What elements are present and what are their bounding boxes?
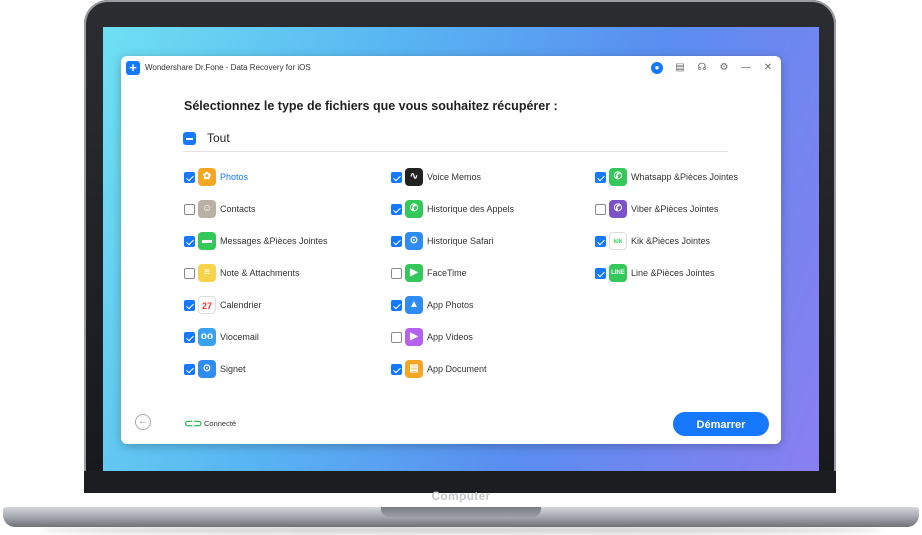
- file-type-option[interactable]: 27 Calendrier: [184, 296, 374, 316]
- file-type-checkbox[interactable]: [391, 332, 402, 343]
- file-type-label: Calendrier: [220, 300, 262, 310]
- photos-icon: ✿: [198, 168, 216, 186]
- account-icon[interactable]: ●: [651, 62, 663, 74]
- bookmark-icon: ⊙: [198, 360, 216, 378]
- file-type-option[interactable]: LINE Line &Pièces Jointes: [595, 264, 785, 284]
- file-type-checkbox[interactable]: [184, 172, 195, 183]
- file-type-label: Line &Pièces Jointes: [631, 268, 715, 278]
- file-type-checkbox[interactable]: [184, 364, 195, 375]
- whatsapp-icon: ✆: [609, 168, 627, 186]
- support-headset-icon[interactable]: ☊: [696, 62, 708, 74]
- app-window: + Wondershare Dr.Fone - Data Recovery fo…: [121, 56, 781, 444]
- file-type-checkbox[interactable]: [391, 300, 402, 311]
- file-type-label: FaceTime: [427, 268, 467, 278]
- viber-icon: ✆: [609, 200, 627, 218]
- laptop-shadow: [40, 526, 882, 534]
- safari-icon: ⊙: [405, 232, 423, 250]
- file-type-label: Contacts: [220, 204, 256, 214]
- file-type-label: Voice Memos: [427, 172, 482, 182]
- calendar-icon: 27: [198, 296, 216, 314]
- file-type-option[interactable]: ≡ Note & Attachments: [184, 264, 374, 284]
- file-type-option[interactable]: ✆ Historique des Appels: [391, 200, 581, 220]
- file-type-option[interactable]: ✆ Viber &Pièces Jointes: [595, 200, 785, 220]
- file-type-option[interactable]: oo Viocemail: [184, 328, 374, 348]
- file-type-checkbox[interactable]: [595, 204, 606, 215]
- file-type-checkbox[interactable]: [184, 204, 195, 215]
- file-type-option[interactable]: ▶ App Videos: [391, 328, 581, 348]
- file-type-label: Whatsapp &Pièces Jointes: [631, 172, 739, 182]
- file-type-label: Messages &Pièces Jointes: [220, 236, 328, 246]
- title-bar: + Wondershare Dr.Fone - Data Recovery fo…: [121, 56, 781, 80]
- connection-status: Connecté: [204, 419, 237, 428]
- page-heading: Sélectionnez le type de fichiers que vou…: [184, 99, 558, 113]
- file-type-checkbox[interactable]: [391, 364, 402, 375]
- file-type-label: Signet: [220, 364, 246, 374]
- link-icon: ⊂⊃: [184, 418, 203, 430]
- feedback-icon[interactable]: ▤: [674, 62, 686, 74]
- phone-icon: ✆: [405, 200, 423, 218]
- laptop-notch: [381, 507, 541, 517]
- file-type-checkbox[interactable]: [595, 236, 606, 247]
- file-type-label: Viocemail: [220, 332, 259, 342]
- app-photos-icon: ▲: [405, 296, 423, 314]
- facetime-icon: ▶: [405, 264, 423, 282]
- contacts-icon: ☺: [198, 200, 216, 218]
- drfone-logo-icon: +: [126, 61, 140, 75]
- file-type-checkbox[interactable]: [184, 268, 195, 279]
- notes-icon: ≡: [198, 264, 216, 282]
- file-type-option[interactable]: ▲ App Photos: [391, 296, 581, 316]
- file-type-checkbox[interactable]: [595, 268, 606, 279]
- file-type-option[interactable]: ⊙ Signet: [184, 360, 374, 380]
- app-document-icon: ▤: [405, 360, 423, 378]
- file-type-label: Note & Attachments: [220, 268, 300, 278]
- file-type-label: App Photos: [427, 300, 474, 310]
- voicemail-icon: oo: [198, 328, 216, 346]
- file-type-checkbox[interactable]: [391, 204, 402, 215]
- file-type-option[interactable]: ☺ Contacts: [184, 200, 374, 220]
- window-title: Wondershare Dr.Fone - Data Recovery for …: [145, 63, 311, 72]
- divider: [183, 151, 728, 152]
- laptop-brand-label: Computer: [431, 489, 491, 503]
- file-type-label: Photos: [220, 172, 249, 182]
- line-icon: LINE: [609, 264, 627, 282]
- file-type-checkbox[interactable]: [184, 300, 195, 311]
- file-type-option[interactable]: ✿ Photos: [184, 168, 374, 188]
- minimize-icon[interactable]: —: [740, 62, 752, 74]
- settings-gear-icon[interactable]: ⚙: [718, 62, 730, 74]
- back-button[interactable]: ←: [135, 414, 151, 430]
- file-type-label: App Document: [427, 364, 487, 374]
- file-type-checkbox[interactable]: [391, 268, 402, 279]
- start-button[interactable]: Démarrer: [673, 412, 769, 436]
- file-type-option[interactable]: ∿ Voice Memos: [391, 168, 581, 188]
- file-type-checkbox[interactable]: [595, 172, 606, 183]
- select-all-checkbox[interactable]: [183, 132, 196, 145]
- file-type-label: Historique des Appels: [427, 204, 515, 214]
- file-type-option[interactable]: ▤ App Document: [391, 360, 581, 380]
- file-type-checkbox[interactable]: [184, 236, 195, 247]
- file-type-checkbox[interactable]: [391, 172, 402, 183]
- app-videos-icon: ▶: [405, 328, 423, 346]
- file-type-option[interactable]: ⊙ Historique Safari: [391, 232, 581, 252]
- file-type-label: App Videos: [427, 332, 473, 342]
- messages-icon: ▬: [198, 232, 216, 250]
- file-type-label: Historique Safari: [427, 236, 494, 246]
- file-type-checkbox[interactable]: [184, 332, 195, 343]
- file-type-option[interactable]: ✆ Whatsapp &Pièces Jointes: [595, 168, 785, 188]
- file-type-option[interactable]: ▬ Messages &Pièces Jointes: [184, 232, 374, 252]
- voice-memos-icon: ∿: [405, 168, 423, 186]
- file-type-label: Kik &Pièces Jointes: [631, 236, 711, 246]
- close-icon[interactable]: ✕: [762, 62, 774, 74]
- file-type-option[interactable]: kik Kik &Pièces Jointes: [595, 232, 785, 252]
- kik-icon: kik: [609, 232, 627, 250]
- select-all-label[interactable]: Tout: [207, 131, 230, 145]
- file-type-label: Viber &Pièces Jointes: [631, 204, 719, 214]
- file-type-option[interactable]: ▶ FaceTime: [391, 264, 581, 284]
- file-type-checkbox[interactable]: [391, 236, 402, 247]
